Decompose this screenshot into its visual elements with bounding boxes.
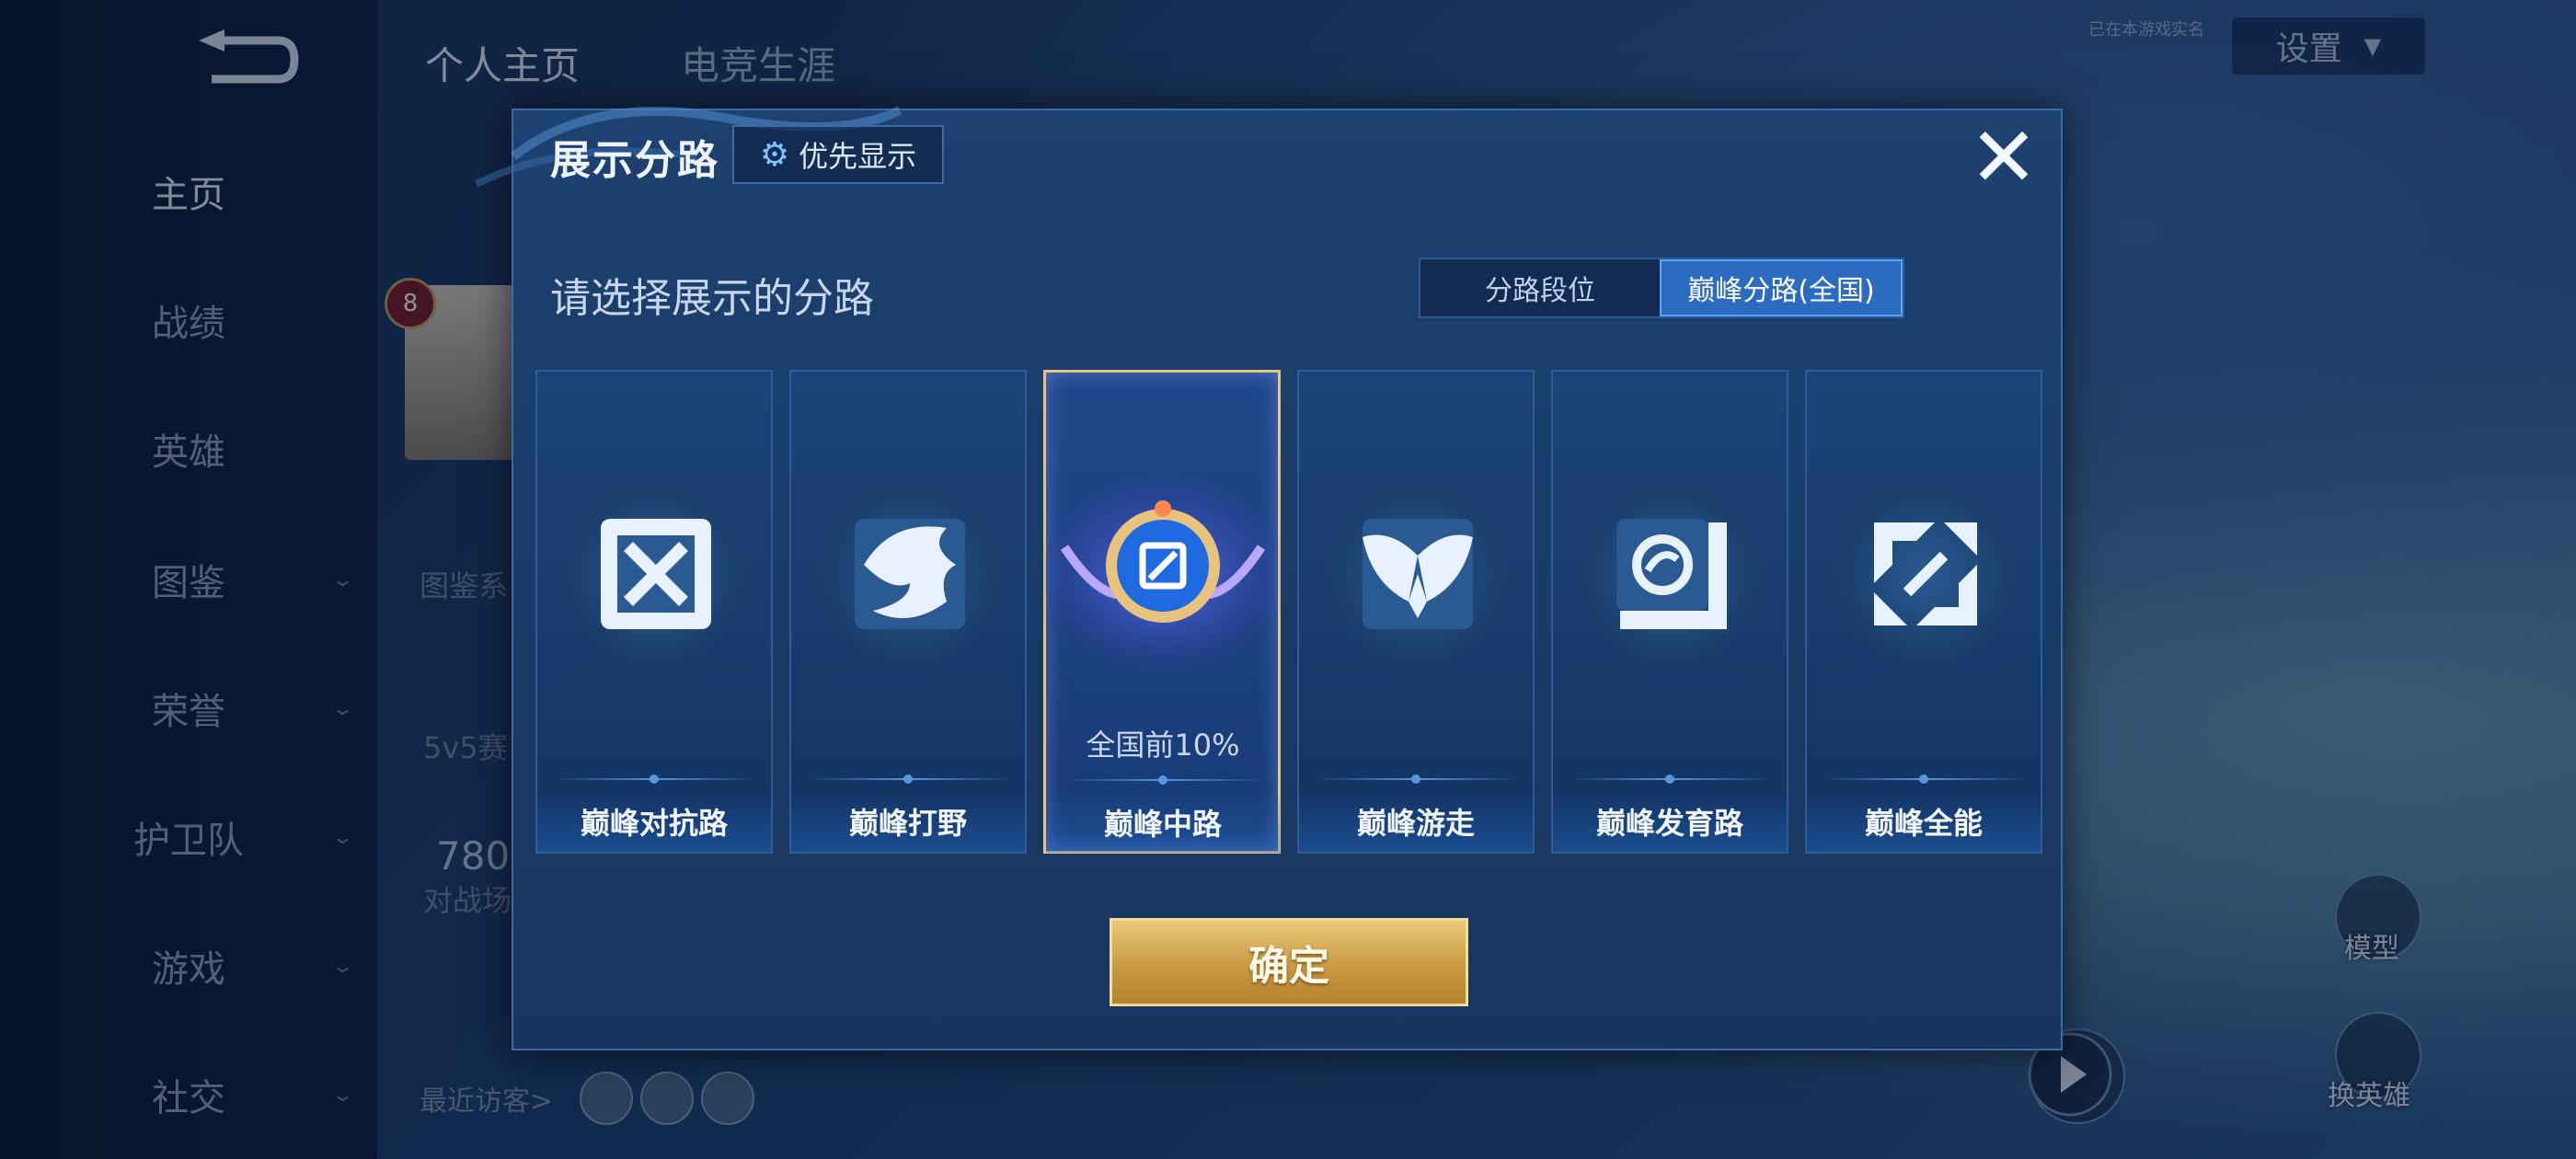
close-button[interactable]: ✕ — [1965, 109, 2042, 206]
farm-lane-icon — [1616, 519, 1727, 629]
card-divider — [810, 775, 1010, 784]
lane-display-dialog: 展示分路 ⚙ 优先显示 ✕ 请选择展示的分路 分路段位 巅峰分路(全国) 巅峰对… — [475, 106, 2063, 1050]
lane-name: 巅峰发育路 — [1553, 791, 1787, 852]
tab-lane-rank[interactable]: 分路段位 — [1420, 259, 1660, 316]
dialog-title: 展示分路 — [550, 137, 719, 184]
lane-name: 巅峰对抗路 — [537, 791, 771, 852]
card-divider — [1064, 775, 1265, 785]
clash-lane-icon — [601, 519, 711, 629]
gear-icon: ⚙ — [759, 135, 790, 174]
lane-card-clash[interactable]: 巅峰对抗路 — [535, 370, 773, 854]
lane-card-jungle[interactable]: 巅峰打野 — [789, 370, 1027, 854]
priority-display-button[interactable]: ⚙ 优先显示 — [732, 125, 944, 184]
all-round-icon — [1874, 522, 1977, 625]
close-icon: ✕ — [1969, 109, 2039, 206]
lane-card-allround[interactable]: 巅峰全能 — [1805, 370, 2042, 854]
dialog-subtitle: 请选择展示的分路 — [550, 275, 874, 322]
priority-display-label: 优先显示 — [799, 139, 917, 174]
lane-card-farm[interactable]: 巅峰发育路 — [1551, 370, 1788, 854]
national-rank-text: 全国前10% — [1086, 728, 1240, 763]
lane-name: 巅峰全能 — [1807, 791, 2041, 852]
tab-peak-lane-national[interactable]: 巅峰分路(全国) — [1660, 259, 1903, 316]
lane-name: 巅峰打野 — [791, 791, 1025, 852]
lane-card-roam[interactable]: 巅峰游走 — [1297, 370, 1535, 854]
card-divider — [1571, 775, 1772, 784]
lane-card-list: 巅峰对抗路 巅峰打野 全国前10% 巅峰中路 巅峰游走 巅峰发育路 巅峰全能 — [535, 370, 2044, 857]
lane-card-mid[interactable]: 全国前10% 巅峰中路 — [1034, 370, 1292, 854]
card-divider — [1317, 775, 1518, 784]
lane-mode-switch: 分路段位 巅峰分路(全国) — [1419, 258, 1904, 318]
lane-name: 巅峰中路 — [1046, 792, 1280, 853]
mid-lane-badge-icon — [1034, 474, 1292, 676]
card-divider — [1825, 775, 2026, 784]
lane-name: 巅峰游走 — [1299, 791, 1533, 852]
confirm-button[interactable]: 确定 — [1110, 918, 1468, 1006]
roam-wings-icon — [1363, 519, 1473, 629]
card-divider — [556, 775, 756, 784]
jungle-dragon-icon — [855, 519, 965, 629]
